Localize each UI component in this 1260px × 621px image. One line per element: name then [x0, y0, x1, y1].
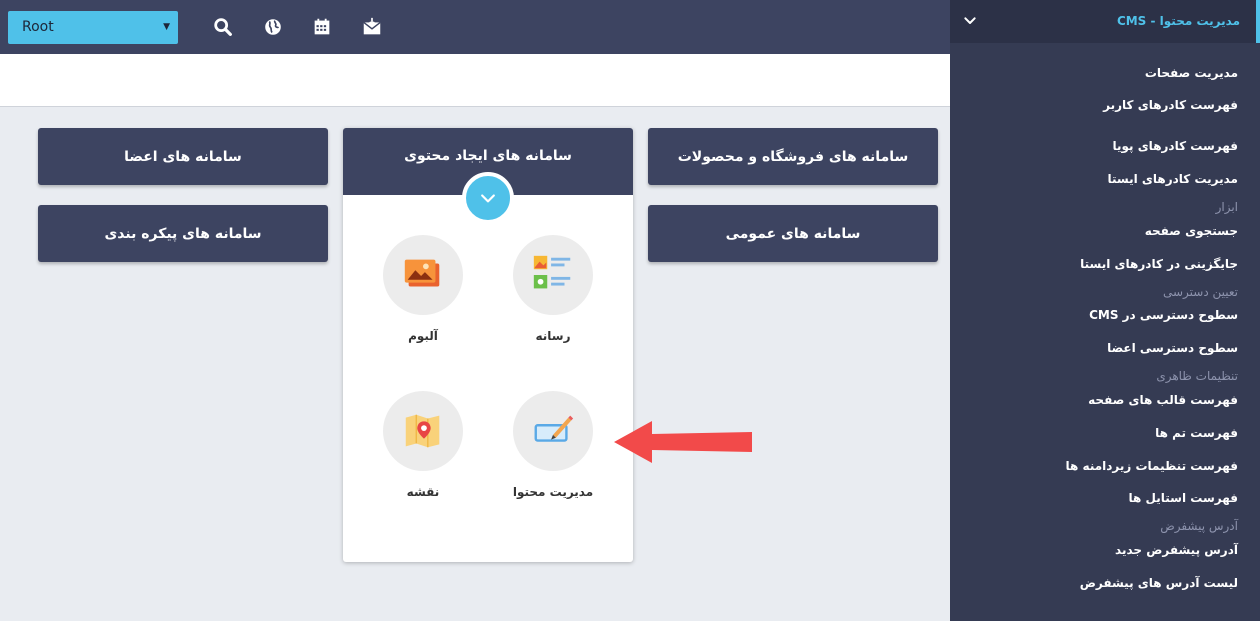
- top-toolbar: Root ▼: [0, 0, 950, 54]
- album-icon: [404, 259, 440, 287]
- media-icon-circle: [513, 235, 593, 315]
- content-header-strip: [0, 54, 950, 107]
- sidebar-item-page-templates[interactable]: فهرست قالب های صفحه: [1088, 393, 1238, 407]
- sidebar-group-tools: ابزار: [1215, 200, 1238, 214]
- shop-products-card[interactable]: سامانه های فروشگاه و محصولات: [648, 128, 938, 185]
- sidebar-group-appearance: تنظیمات ظاهری: [1156, 369, 1238, 383]
- general-systems-label: سامانه های عمومی: [725, 225, 861, 242]
- media-label: رسانه: [535, 329, 571, 343]
- sidebar-item-subdomain-settings[interactable]: فهرست تنظیمات زیردامنه ها: [1066, 459, 1238, 473]
- members-systems-label: سامانه های اعضا: [124, 148, 242, 165]
- sidebar-item-page-search[interactable]: جستجوی صفحه: [1145, 224, 1238, 238]
- chevron-down-icon: [481, 194, 495, 203]
- sidebar-section-title: مدیریت محتوا - CMS: [1116, 14, 1240, 28]
- content-edit-icon: [534, 415, 574, 442]
- sidebar-item-cms-access[interactable]: سطوح دسترسی در CMS: [1089, 308, 1238, 322]
- sidebar-group-access: تعیین دسترسی: [1162, 285, 1238, 299]
- root-select-value: Root: [22, 19, 54, 35]
- map-icon: [405, 414, 440, 448]
- sidebar-item-default-address-list[interactable]: لیست آدرس های پیشفرض: [1080, 576, 1238, 590]
- collapse-toggle-button[interactable]: [462, 172, 514, 224]
- sidebar-item-static-boxes[interactable]: مدیریت کادرهای ایستا: [1107, 172, 1238, 186]
- root-select[interactable]: Root ▼: [8, 11, 178, 44]
- general-systems-card[interactable]: سامانه های عمومی: [648, 205, 938, 262]
- album-icon-circle: [383, 235, 463, 315]
- sidebar-item-themes[interactable]: فهرست تم ها: [1155, 426, 1238, 440]
- content-management-module[interactable]: مدیریت محتوا: [498, 391, 608, 499]
- search-icon[interactable]: [212, 16, 234, 38]
- sidebar-item-user-boxes[interactable]: فهرست کادرهای کاربر: [1103, 98, 1238, 112]
- map-icon-circle: [383, 391, 463, 471]
- content-creation-panel: سامانه های ایجاد محتوی رسانه آلبوم مدیری…: [343, 128, 633, 562]
- content-management-label: مدیریت محتوا: [512, 485, 594, 499]
- sidebar-item-static-replace[interactable]: جایگزینی در کادرهای ایستا: [1080, 257, 1238, 271]
- globe-icon[interactable]: [262, 16, 284, 38]
- sidebar-item-member-access[interactable]: سطوح دسترسی اعضا: [1107, 341, 1238, 355]
- sidebar-item-dynamic-boxes[interactable]: فهرست کادرهای پویا: [1112, 139, 1238, 153]
- content-creation-label: سامانه های ایجاد محتوی: [404, 148, 572, 164]
- sidebar: مدیریت محتوا - CMS مدیریت صفحات فهرست کا…: [950, 0, 1260, 621]
- sidebar-item-styles[interactable]: فهرست استایل ها: [1129, 491, 1238, 505]
- map-module[interactable]: نقشه: [368, 391, 478, 499]
- media-icon: [533, 255, 571, 289]
- sidebar-section-header[interactable]: مدیریت محتوا - CMS: [950, 0, 1260, 43]
- media-module[interactable]: رسانه: [498, 235, 608, 343]
- annotation-arrow-left: [614, 421, 752, 463]
- map-label: نقشه: [406, 485, 440, 499]
- content-management-icon-circle: [513, 391, 593, 471]
- sidebar-item-new-default-address[interactable]: آدرس پیشفرض جدید: [1115, 543, 1238, 557]
- configuration-systems-card[interactable]: سامانه های پیکره بندی: [38, 205, 328, 262]
- calendar-icon[interactable]: [311, 16, 333, 38]
- members-systems-card[interactable]: سامانه های اعضا: [38, 128, 328, 185]
- dropdown-caret-icon: ▼: [163, 22, 170, 32]
- sidebar-item-page-management[interactable]: مدیریت صفحات: [1145, 66, 1238, 80]
- configuration-systems-label: سامانه های پیکره بندی: [104, 225, 262, 242]
- shop-products-label: سامانه های فروشگاه و محصولات: [677, 148, 909, 165]
- album-module[interactable]: آلبوم: [368, 235, 478, 343]
- album-label: آلبوم: [408, 329, 438, 343]
- chevron-down-icon: [964, 17, 976, 24]
- sidebar-group-default-address: آدرس پیشفرض: [1160, 519, 1238, 533]
- mail-icon[interactable]: [361, 16, 383, 38]
